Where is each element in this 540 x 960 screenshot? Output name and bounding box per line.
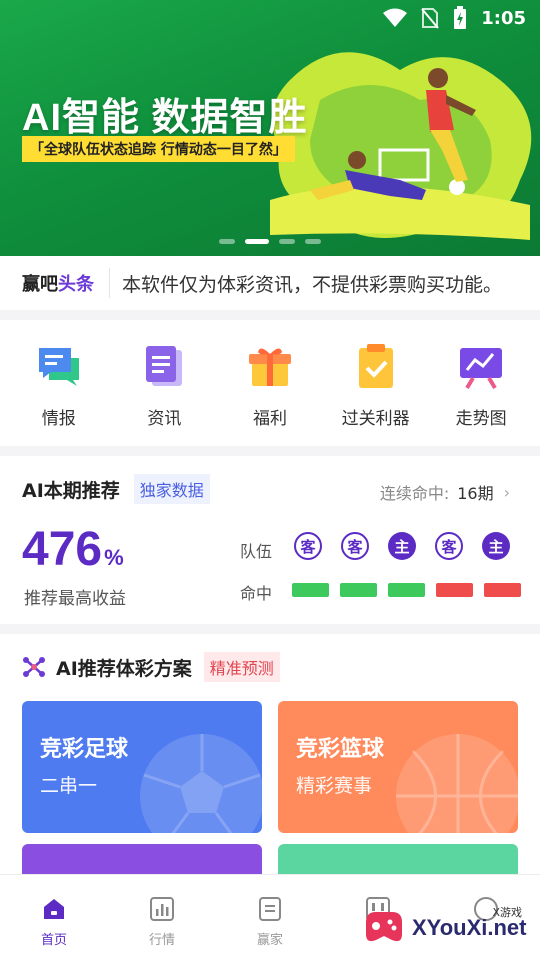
team-badge: 客 bbox=[294, 532, 322, 560]
exclusive-data-badge: 独家数据 bbox=[133, 474, 210, 504]
team-badge: 客 bbox=[435, 532, 463, 560]
football-icon bbox=[140, 734, 262, 833]
carousel-dot-active[interactable] bbox=[245, 239, 269, 244]
no-sim-icon bbox=[421, 8, 439, 29]
bar-chart-icon bbox=[150, 897, 174, 921]
menu-label: 过关利器 bbox=[341, 409, 410, 429]
hit-indicator bbox=[388, 583, 425, 597]
hit-indicator bbox=[484, 583, 521, 597]
notice-text: 本软件仅为体彩资讯，不提供彩票购买功能。 bbox=[122, 273, 503, 296]
tab-label: 行情 bbox=[148, 933, 175, 948]
carousel-dot[interactable] bbox=[219, 239, 235, 244]
precise-prediction-badge: 精准预测 bbox=[203, 652, 280, 682]
yield-number: 476 bbox=[22, 523, 103, 576]
logo-part1: 赢吧 bbox=[22, 274, 58, 295]
menu-label: 情报 bbox=[41, 409, 76, 429]
menu-item-pass-tool[interactable]: 过关利器 bbox=[326, 320, 426, 446]
carousel-dot[interactable] bbox=[305, 239, 321, 244]
tab-winner[interactable]: 赢家 bbox=[220, 875, 320, 960]
carousel-dot[interactable] bbox=[279, 239, 295, 244]
ai-recommendation-card: AI本期推荐 独家数据 连续命中: 16期 › 476% 推荐最高收益 队伍 客… bbox=[0, 456, 540, 624]
status-bar: 1:05 bbox=[0, 0, 540, 36]
document-icon bbox=[146, 346, 183, 386]
streak-value: 16期 bbox=[457, 484, 494, 503]
watermark-small: X游戏 bbox=[492, 906, 522, 919]
battery-charging-icon bbox=[454, 6, 467, 29]
tab-home[interactable]: 首页 bbox=[4, 875, 104, 960]
banner-tagline: 「全球队伍状态追踪 行情动态一目了然」 bbox=[22, 136, 295, 162]
carousel-indicator bbox=[0, 239, 540, 244]
trend-board-icon bbox=[460, 348, 503, 390]
tab-market[interactable]: 行情 bbox=[112, 875, 212, 960]
ai-card-header: AI本期推荐 独家数据 bbox=[22, 474, 210, 504]
hit-indicator bbox=[340, 583, 377, 597]
team-badge: 主 bbox=[388, 532, 416, 560]
tab-label: 赢家 bbox=[256, 933, 283, 948]
menu-label: 福利 bbox=[252, 409, 287, 429]
tile-title: 竞彩足球 bbox=[40, 737, 129, 762]
team-badge: 主 bbox=[482, 532, 510, 560]
basketball-icon bbox=[396, 734, 518, 833]
streak-link[interactable]: 连续命中: 16期 › bbox=[380, 480, 510, 504]
watermark: XYouXi.net X游戏 bbox=[362, 900, 532, 956]
network-icon bbox=[23, 657, 45, 677]
headline-logo: 赢吧 头条 bbox=[0, 268, 110, 298]
wifi-icon bbox=[383, 8, 408, 27]
feature-menu: 情报 资讯 福利 过关利器 走势图 bbox=[0, 320, 540, 446]
max-yield-label: 推荐最高收益 bbox=[24, 589, 126, 609]
gift-icon bbox=[248, 348, 291, 386]
tile-title: 竞彩篮球 bbox=[296, 737, 385, 762]
menu-item-welfare[interactable]: 福利 bbox=[220, 320, 320, 446]
chevron-right-icon: › bbox=[503, 482, 510, 502]
hit-row-label: 命中 bbox=[240, 584, 273, 603]
banner-title: AI智能 数据智胜 bbox=[22, 97, 308, 139]
menu-item-news[interactable]: 资讯 bbox=[114, 320, 214, 446]
gamepad-logo-icon bbox=[366, 912, 402, 942]
plan-header: AI推荐体彩方案 精准预测 bbox=[22, 652, 280, 682]
menu-label: 走势图 bbox=[455, 409, 507, 429]
hit-indicator bbox=[292, 583, 329, 597]
tile-football[interactable]: 竞彩足球 二串一 bbox=[22, 701, 262, 833]
menu-item-intel[interactable]: 情报 bbox=[9, 320, 109, 446]
clipboard-check-icon bbox=[358, 344, 393, 388]
tile-basketball[interactable]: 竞彩篮球 精彩赛事 bbox=[278, 701, 518, 833]
team-list: 客 客 主 客 主 bbox=[294, 532, 510, 560]
tile-subtitle: 精彩赛事 bbox=[296, 775, 373, 797]
home-icon bbox=[44, 899, 64, 919]
hero-banner[interactable]: 1:05 AI智能 数据智胜 「全球队伍状态追踪 行情动态一目了然」 bbox=[0, 0, 540, 256]
team-badge: 客 bbox=[341, 532, 369, 560]
yield-unit: % bbox=[104, 545, 124, 570]
hit-indicator bbox=[436, 583, 473, 597]
notice-bar[interactable]: 赢吧 头条 本软件仅为体彩资讯，不提供彩票购买功能。 bbox=[0, 256, 540, 310]
chat-bubble-icon bbox=[38, 348, 79, 386]
menu-item-trend-chart[interactable]: 走势图 bbox=[431, 320, 531, 446]
menu-label: 资讯 bbox=[147, 409, 182, 429]
plan-title: AI推荐体彩方案 bbox=[56, 657, 192, 680]
hit-list bbox=[292, 583, 521, 597]
streak-label: 连续命中: bbox=[379, 484, 450, 503]
status-time: 1:05 bbox=[481, 7, 526, 29]
tile-subtitle: 二串一 bbox=[40, 775, 98, 797]
ai-card-title: AI本期推荐 bbox=[22, 479, 120, 502]
tab-label: 首页 bbox=[40, 933, 67, 948]
team-row-label: 队伍 bbox=[240, 542, 273, 561]
max-yield-value: 476% bbox=[22, 522, 124, 577]
document-icon bbox=[259, 897, 281, 921]
logo-part2: 头条 bbox=[58, 274, 94, 295]
